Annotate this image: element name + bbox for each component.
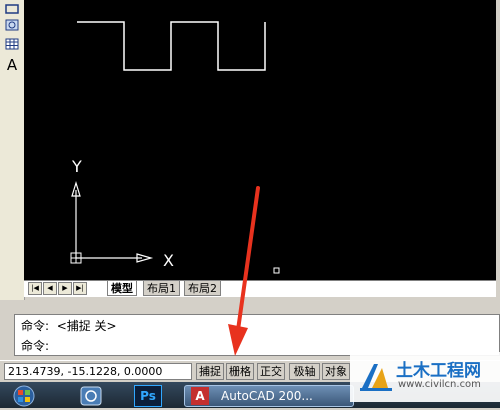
- watermark-title: 土木工程网: [396, 361, 481, 381]
- autocad-taskbar-label: AutoCAD 200...: [221, 389, 313, 403]
- watermark-url: www.civilcn.com: [398, 379, 481, 390]
- autocad-icon: A: [191, 387, 209, 405]
- app-icon[interactable]: [76, 385, 106, 407]
- annotation-arrow: [228, 186, 260, 356]
- autocad-taskbar-button[interactable]: A AutoCAD 200...: [184, 385, 354, 407]
- photoshop-icon[interactable]: Ps: [134, 385, 162, 407]
- windows-start-icon[interactable]: [2, 385, 46, 407]
- watermark-emblem-icon: [360, 364, 392, 391]
- watermark-logo: 土木工程网 www.civilcn.com: [350, 352, 500, 402]
